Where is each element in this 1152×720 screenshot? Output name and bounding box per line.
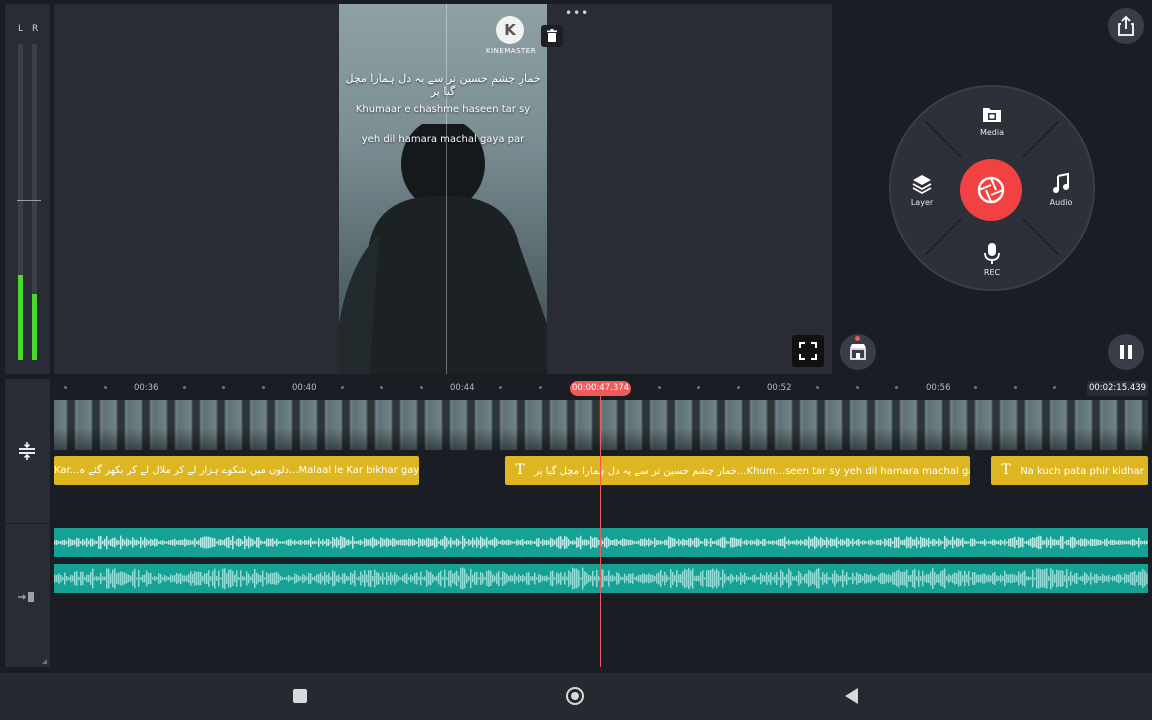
circle-inner-icon (571, 692, 579, 700)
track-height-icon (19, 442, 35, 460)
video-preview[interactable]: خمارِ چشمِ حسین تر سے یہ دل ہمارا مچل گی… (339, 4, 547, 374)
fullscreen-button[interactable] (792, 335, 824, 367)
share-icon (1118, 15, 1134, 36)
wheel-media-button[interactable]: Media (967, 100, 1017, 140)
triangle-back-icon[interactable] (845, 688, 858, 704)
ruler-tick (222, 386, 225, 389)
meter-right-fill (32, 293, 37, 360)
resize-handle-icon[interactable] (42, 659, 47, 664)
ruler-tick (856, 386, 859, 389)
meter-left-label: L (18, 24, 24, 34)
video-clip[interactable] (54, 400, 1148, 450)
ruler-tick (1014, 386, 1017, 389)
timeline-left-divider (5, 523, 50, 524)
video-frame-person (339, 124, 547, 374)
circle-icon[interactable] (566, 687, 584, 705)
caption-line-1: Khumaar e chashme haseen tar sy (355, 104, 531, 115)
ruler-tick (104, 386, 107, 389)
ruler-label: 00:40 (292, 383, 317, 393)
trash-icon (547, 29, 557, 42)
ruler-tick (380, 386, 383, 389)
ruler-tick (64, 386, 67, 389)
meter-left-bar (18, 44, 23, 360)
system-nav-bar (0, 673, 1152, 720)
wheel-layer-button[interactable]: Layer (897, 170, 947, 210)
pause-icon (1120, 345, 1132, 359)
store-notification-dot (855, 336, 860, 341)
layers-icon (912, 175, 932, 195)
text-clip[interactable]: T Na kuch pata phir kidhar (991, 456, 1148, 485)
kinemaster-watermark: KINEMASTER (485, 47, 537, 55)
ruler-tick (499, 386, 502, 389)
wheel-audio-button[interactable]: Audio (1036, 170, 1086, 210)
ruler-tick (420, 386, 423, 389)
wheel-rec-label: REC (983, 268, 1001, 277)
ruler-label: 00:52 (767, 383, 792, 393)
camera-shutter-icon (977, 176, 1005, 204)
ruler-label: 00:44 (450, 383, 475, 393)
audio-level-meter: L R (5, 4, 50, 374)
audio-clip[interactable] (54, 528, 1148, 557)
center-guide-line (446, 4, 447, 374)
ruler-tick (737, 386, 740, 389)
delete-layer-button[interactable] (541, 25, 563, 47)
play-pause-button[interactable] (1108, 334, 1144, 370)
wheel-media-label: Media (979, 128, 1005, 137)
meter-right-label: R (32, 24, 39, 34)
media-icon (983, 108, 1001, 122)
playhead[interactable] (600, 392, 601, 667)
ruler-tick (262, 386, 265, 389)
fullscreen-icon (799, 342, 817, 360)
ruler-label: 00:36 (134, 383, 159, 393)
ruler-tick (895, 386, 898, 389)
ruler-tick (816, 386, 819, 389)
caption-line-2: yeh dil hamara machal gaya par (361, 134, 525, 145)
audio-waveform (54, 567, 1148, 590)
wheel-layer-label: Layer (910, 198, 934, 207)
export-share-button[interactable] (1108, 8, 1144, 44)
more-options-icon[interactable]: ••• (565, 6, 589, 20)
ruler-tick (183, 386, 186, 389)
total-duration-badge: 00:02:15.439 (1087, 381, 1148, 396)
text-clip[interactable]: T خمار چشم حسین تر سے یہ دل ہمارا مچل گی… (505, 456, 970, 485)
ruler-label: 00:56 (926, 383, 951, 393)
wheel-audio-label: Audio (1049, 198, 1073, 207)
text-clip-label: Kar...دلوں میں شکوے ہزار لے کر ملال لے ک… (54, 465, 419, 476)
meter-left-fill (18, 274, 23, 360)
video-clip-shade (54, 428, 1148, 450)
text-layer-icon: T (515, 462, 525, 478)
text-clip[interactable]: Kar...دلوں میں شکوے ہزار لے کر ملال لے ک… (54, 456, 419, 485)
square-icon[interactable] (293, 689, 307, 703)
kinemaster-logo-icon: K (496, 16, 524, 44)
wheel-rec-button[interactable]: REC (967, 240, 1017, 280)
ruler-tick (1053, 386, 1056, 389)
microphone-icon (984, 243, 1000, 264)
audio-waveform (54, 535, 1148, 550)
track-height-button[interactable] (15, 439, 39, 463)
ruler-tick (341, 386, 344, 389)
audio-clip[interactable] (54, 564, 1148, 593)
caption-urdu: خمارِ چشمِ حسین تر سے یہ دل ہمارا مچل گی… (345, 72, 541, 98)
ruler-tick (658, 386, 661, 389)
meter-reference-tick (17, 200, 41, 201)
asset-store-button[interactable] (840, 334, 876, 370)
ruler-tick (697, 386, 700, 389)
ruler-tick (974, 386, 977, 389)
text-layer-icon: T (1001, 462, 1011, 478)
audio-track-button[interactable] (15, 585, 39, 609)
ruler-tick (539, 386, 542, 389)
capture-button[interactable] (960, 159, 1022, 221)
audio-track-icon (18, 592, 34, 602)
music-note-icon (1053, 172, 1069, 193)
meter-right-bar (32, 44, 37, 360)
timeline-left-panel (5, 379, 50, 667)
text-clip-label: Na kuch pata phir kidhar (1020, 466, 1144, 477)
